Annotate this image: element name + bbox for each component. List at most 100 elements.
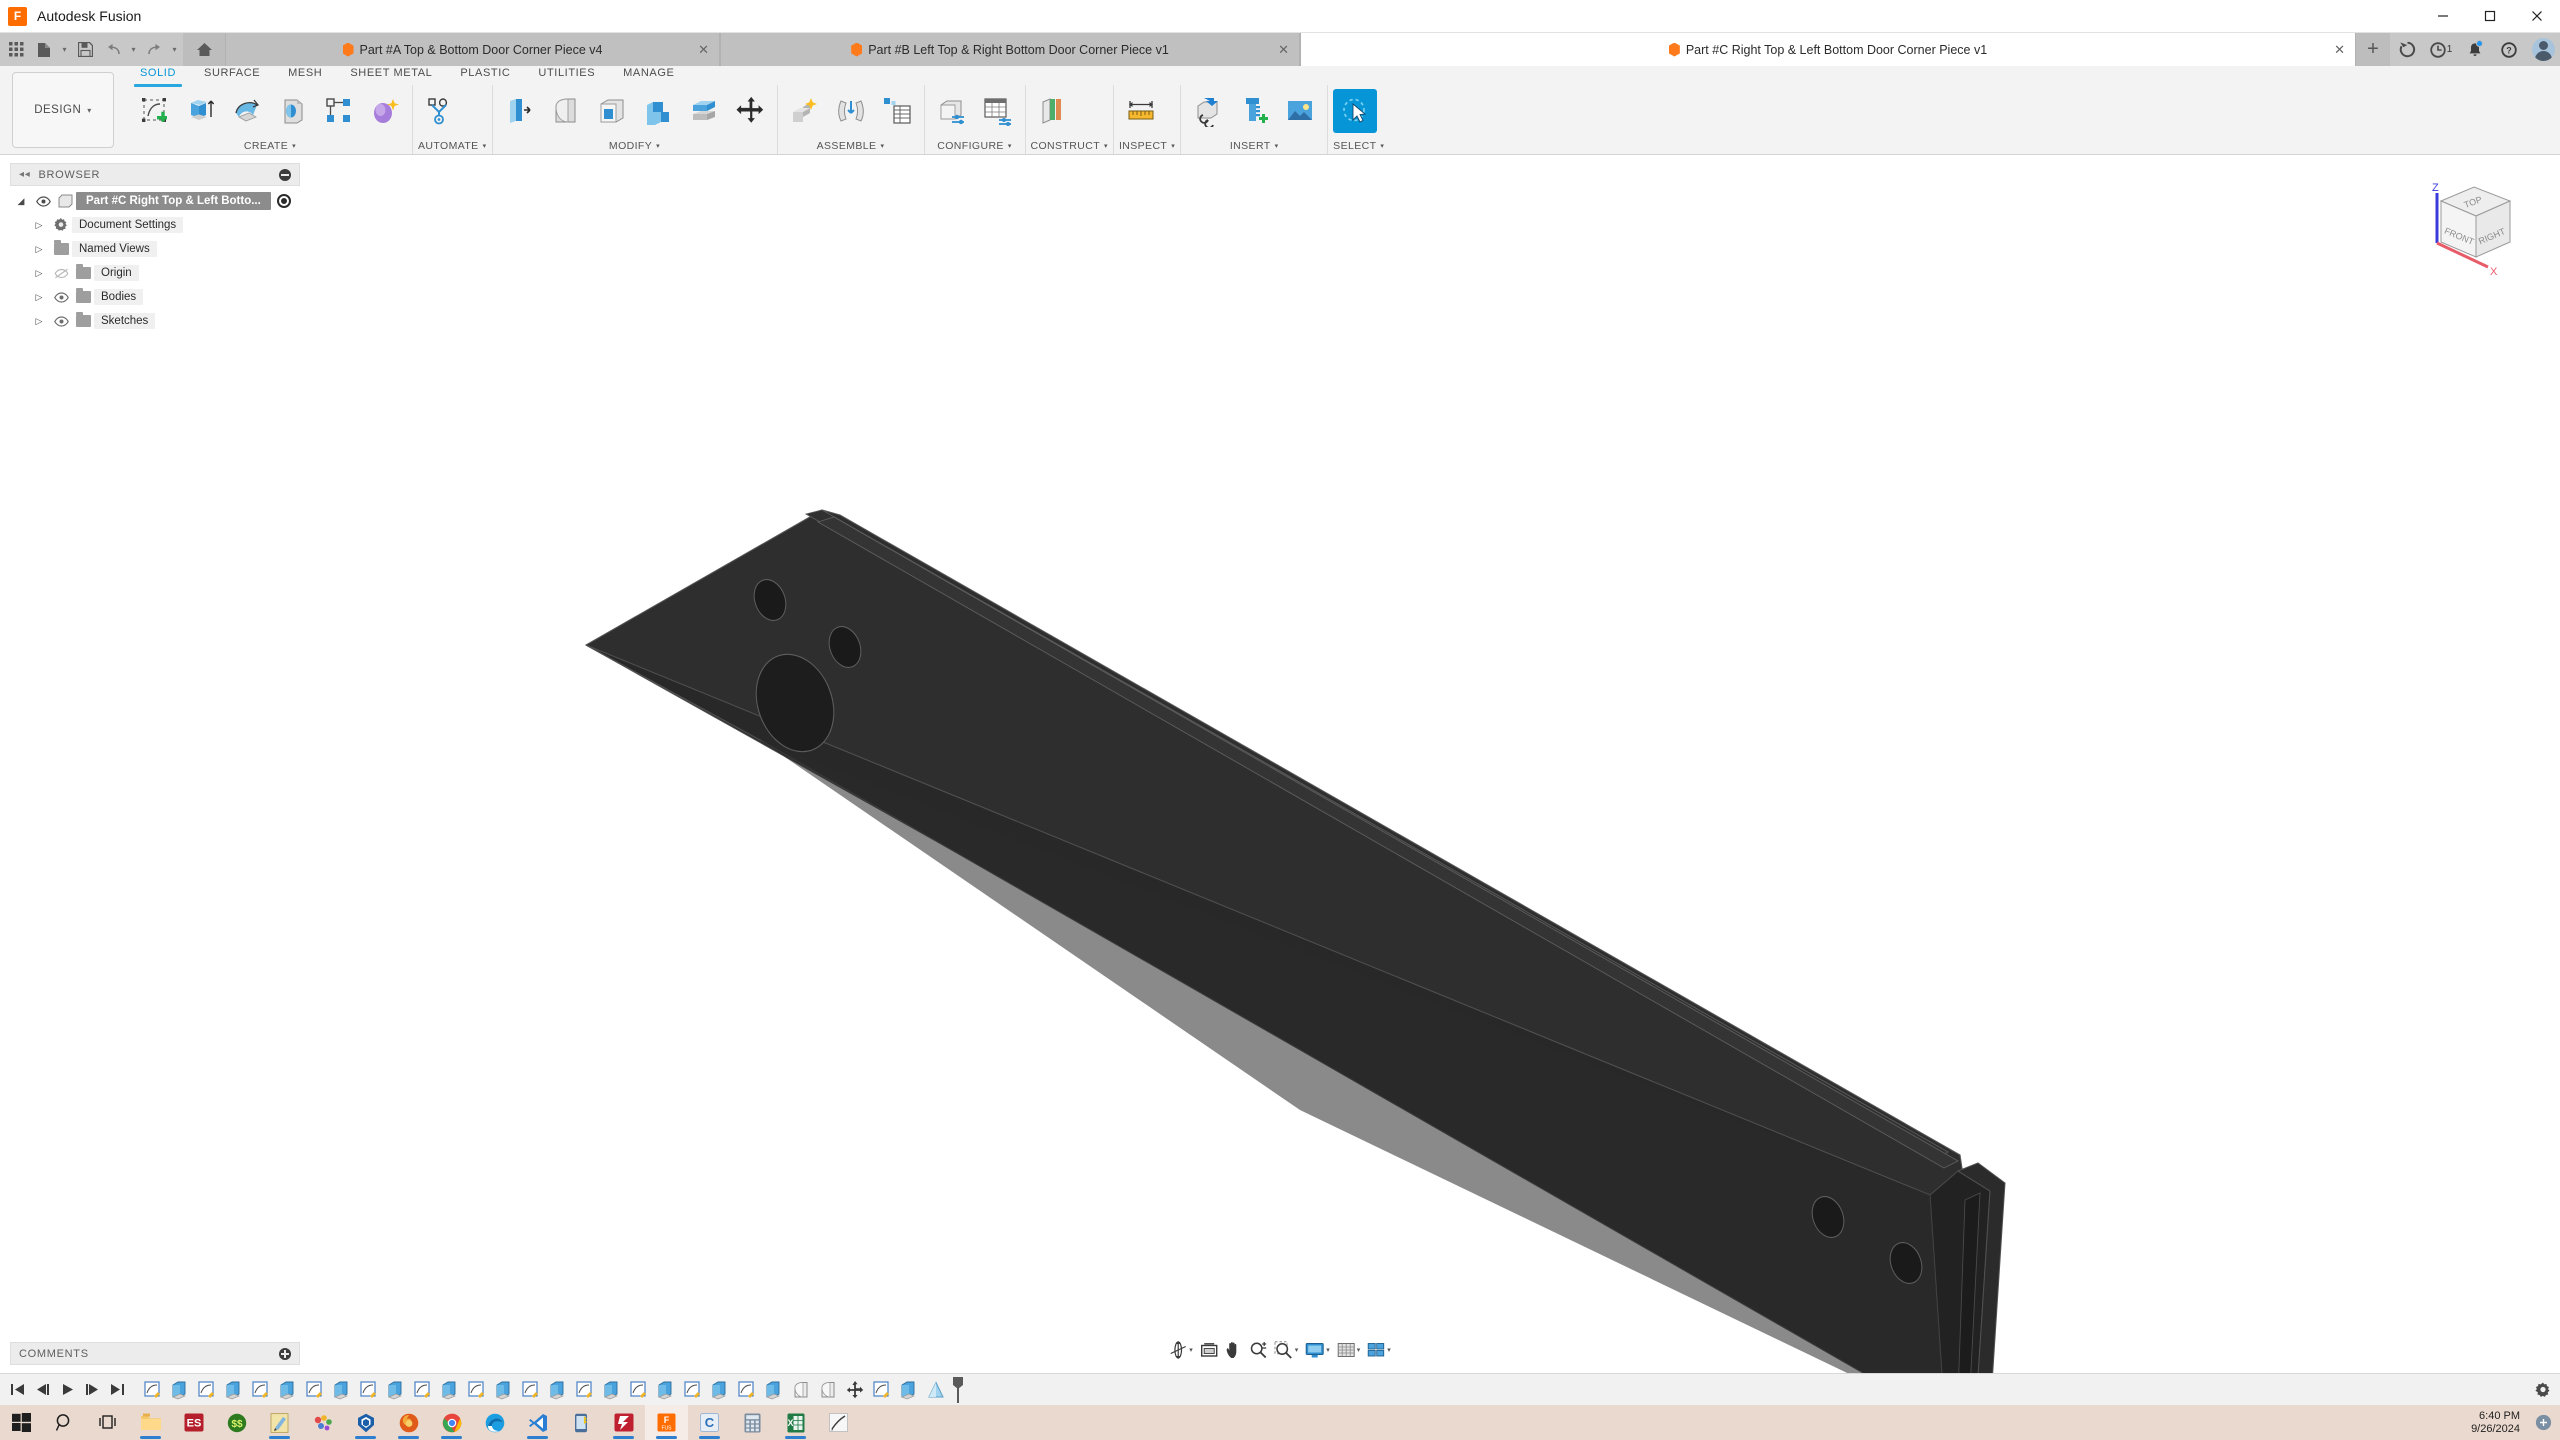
document-tab-part-b[interactable]: Part #B Left Top & Right Bottom Door Cor… [720,33,1300,66]
insert-mcmaster-icon[interactable] [1232,89,1276,133]
timeline-step-back-button[interactable] [30,1377,54,1403]
maximize-button[interactable] [2466,0,2513,33]
timeline-feature-extrude[interactable] [895,1376,922,1403]
ribbon-group-assemble-label[interactable]: ASSEMBLE ▾ [783,137,919,154]
ribbon-group-inspect-label[interactable]: INSPECT ▾ [1119,137,1175,154]
display-settings-button[interactable]: ▾ [1302,1338,1333,1362]
taskbar-clock[interactable]: 6:40 PM 9/26/2024 [2471,1405,2520,1440]
timeline-feature-extrude[interactable] [436,1376,463,1403]
bill-of-materials-icon[interactable] [875,89,919,133]
taskbar-vscode[interactable] [516,1405,559,1440]
timeline-feature-sketch[interactable] [868,1376,895,1403]
chevron-down-icon[interactable]: ▾ [1189,1346,1193,1354]
ribbon-tab-sheet-metal[interactable]: SHEET METAL [336,66,446,85]
app-grid-button[interactable] [2,33,30,66]
timeline-go-to-beginning-button[interactable] [5,1377,29,1403]
visibility-eye-icon[interactable] [50,315,72,327]
timeline-feature-sketch[interactable] [517,1376,544,1403]
chevron-down-icon[interactable]: ▾ [1295,1346,1299,1354]
activate-component-radio[interactable] [276,194,291,208]
ribbon-group-automate-label[interactable]: AUTOMATE ▾ [418,137,487,154]
measure-icon[interactable] [1119,89,1163,133]
taskbar-task-view-button[interactable] [86,1405,129,1440]
start-button[interactable] [0,1405,43,1440]
fillet-icon[interactable] [544,89,588,133]
ribbon-tab-solid[interactable]: SOLID [126,66,190,87]
ribbon-tab-mesh[interactable]: MESH [274,66,336,85]
chevron-down-icon[interactable]: ▾ [1357,1346,1361,1354]
timeline-feature-move[interactable] [841,1376,868,1403]
timeline-play-button[interactable] [55,1377,79,1403]
timeline-go-to-end-button[interactable] [105,1377,129,1403]
tab-close-button[interactable]: ✕ [2334,42,2345,58]
expand-arrow-icon[interactable]: ▷ [28,268,50,279]
help-button[interactable]: ? [2492,33,2526,66]
ribbon-tab-plastic[interactable]: PLASTIC [446,66,524,85]
canvas-image-icon[interactable] [1278,89,1322,133]
timeline-end-marker[interactable] [951,1376,965,1404]
ribbon-group-construct-label[interactable]: CONSTRUCT ▾ [1031,137,1108,154]
ribbon-group-create-label[interactable]: CREATE ▾ [133,137,407,154]
ribbon-group-configure-label[interactable]: CONFIGURE ▾ [930,137,1020,154]
select-icon[interactable] [1333,89,1378,133]
revolve-icon[interactable] [225,89,269,133]
timeline-feature-sketch[interactable] [193,1376,220,1403]
taskbar-calculator[interactable] [731,1405,774,1440]
timeline-feature-extrude[interactable] [760,1376,787,1403]
redo-button[interactable] [140,33,168,66]
ribbon-group-select-label[interactable]: SELECT ▾ [1333,137,1384,154]
timeline-feature-extrude[interactable] [544,1376,571,1403]
document-tab-part-a[interactable]: Part #A Top & Bottom Door Corner Piece v… [225,33,720,66]
timeline-settings-button[interactable] [2526,1382,2560,1398]
chevron-down-icon[interactable]: ▾ [1387,1346,1391,1354]
tree-item-document-settings[interactable]: ▷ Document Settings [28,213,300,237]
taskbar-blue-arrow-app[interactable] [344,1405,387,1440]
create-form-icon[interactable] [363,89,407,133]
ribbon-group-insert-label[interactable]: INSERT ▾ [1186,137,1322,154]
shell-icon[interactable] [590,89,634,133]
sweep-icon[interactable] [271,89,315,133]
new-file-caret-icon[interactable]: ▾ [58,33,71,66]
taskbar-notes-app[interactable] [258,1405,301,1440]
minimize-button[interactable] [2419,0,2466,33]
view-cube[interactable]: Z X TOP FRONT RIGHT [2410,175,2530,285]
undo-caret-icon[interactable]: ▾ [127,33,140,66]
zoom-button[interactable] [1246,1338,1270,1362]
timeline-feature-sketch[interactable] [355,1376,382,1403]
insert-derive-icon[interactable] [1186,89,1230,133]
taskbar-phone-link[interactable] [559,1405,602,1440]
pan-button[interactable] [1222,1338,1245,1362]
timeline-step-forward-button[interactable] [80,1377,104,1403]
taskbar-paint-app[interactable] [301,1405,344,1440]
timeline-feature-sketch[interactable] [733,1376,760,1403]
close-window-button[interactable] [2513,0,2560,33]
timeline-feature-sketch[interactable] [139,1376,166,1403]
tree-item-named-views[interactable]: ▷ Named Views [28,237,300,261]
timeline-feature-extrude[interactable] [598,1376,625,1403]
timeline-feature-extrude[interactable] [328,1376,355,1403]
tab-close-button[interactable]: ✕ [1278,42,1289,58]
fit-button[interactable] [1197,1338,1221,1362]
timeline-feature-extrude[interactable] [652,1376,679,1403]
add-comment-icon[interactable] [279,1347,291,1360]
save-button[interactable] [71,33,99,66]
timeline-feature-extrude[interactable] [220,1376,247,1403]
browser-minimize-icon[interactable] [279,168,291,181]
taskbar-edge[interactable] [473,1405,516,1440]
orbit-button[interactable]: ▾ [1166,1338,1196,1362]
collapse-panel-icon[interactable]: ◂◂ [19,169,30,180]
timeline-feature-sketch[interactable] [247,1376,274,1403]
zoom-window-button[interactable]: ▾ [1271,1338,1302,1362]
workspace-switcher-button[interactable]: DESIGN ▾ [12,72,114,148]
construction-plane-icon[interactable] [1031,89,1075,133]
timeline-feature-sketch[interactable] [625,1376,652,1403]
timeline-feature-chamfer[interactable] [922,1376,949,1403]
taskbar-green-app[interactable]: $$ [215,1405,258,1440]
timeline-feature-extrude[interactable] [274,1376,301,1403]
undo-button[interactable] [99,33,127,66]
press-pull-icon[interactable] [498,89,542,133]
taskbar-es-app[interactable]: ES [172,1405,215,1440]
automated-modeling-icon[interactable] [418,89,462,133]
timeline-feature-sketch[interactable] [301,1376,328,1403]
new-tab-button[interactable]: + [2356,33,2390,66]
